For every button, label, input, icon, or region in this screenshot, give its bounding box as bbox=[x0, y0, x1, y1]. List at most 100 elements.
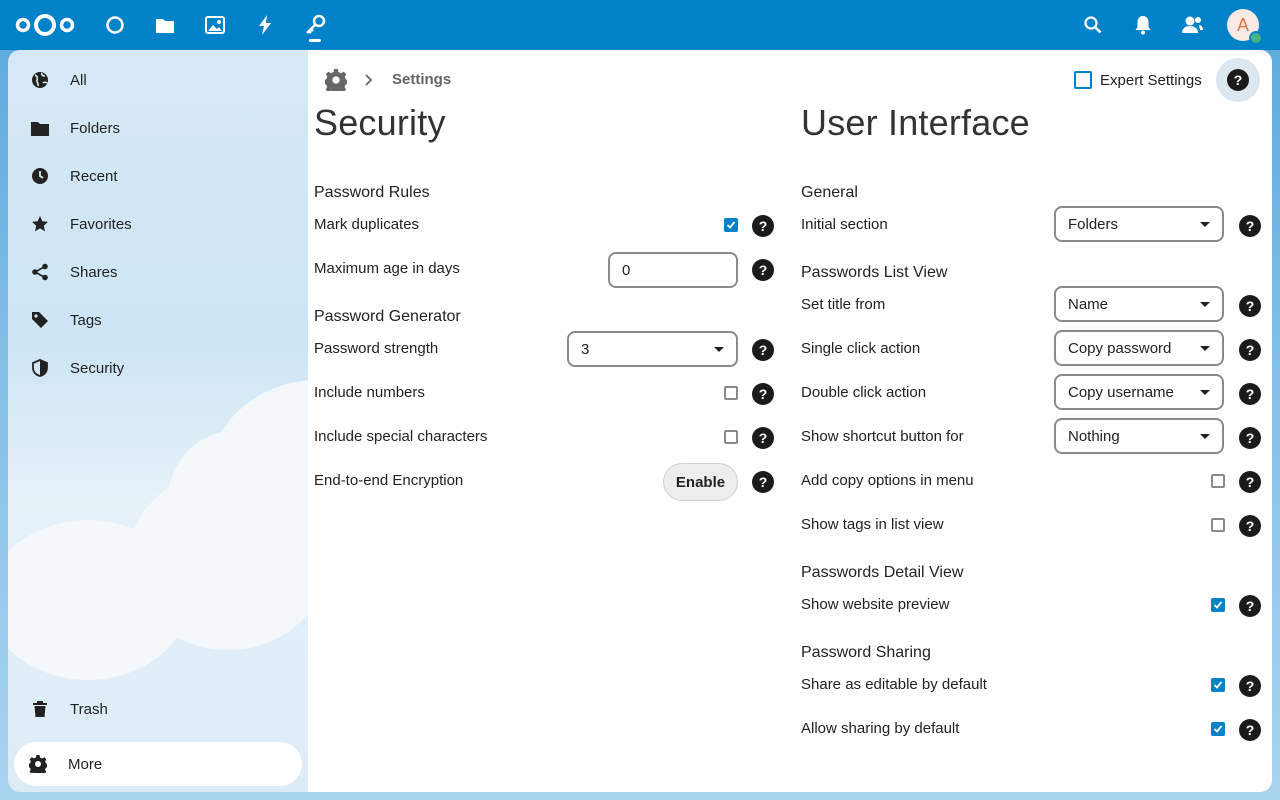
sidebar-item-label: Recent bbox=[70, 167, 118, 185]
settings-gear-icon[interactable] bbox=[323, 69, 349, 95]
sidebar-item-recent[interactable]: Recent bbox=[20, 154, 302, 198]
help-icon[interactable]: ? bbox=[1239, 675, 1261, 697]
sidebar: All Folders Recent Favorites Shares Tags bbox=[8, 50, 308, 792]
password-rules-heading: Password Rules bbox=[314, 184, 430, 201]
sidebar-item-tags[interactable]: Tags bbox=[20, 298, 302, 342]
password-strength-select[interactable]: 3 bbox=[567, 331, 738, 367]
website-preview-label: Show website preview bbox=[801, 596, 950, 613]
select-value: 3 bbox=[581, 340, 590, 358]
sidebar-item-folders[interactable]: Folders bbox=[20, 106, 302, 150]
include-numbers-checkbox[interactable] bbox=[724, 386, 738, 400]
list-view-heading: Passwords List View bbox=[801, 264, 948, 281]
passwords-icon[interactable] bbox=[301, 11, 329, 39]
chevron-down-icon bbox=[1200, 390, 1210, 395]
detail-view-heading: Passwords Detail View bbox=[801, 564, 964, 581]
select-value: Nothing bbox=[1068, 427, 1120, 445]
website-preview-checkbox[interactable] bbox=[1211, 598, 1225, 612]
trash-icon bbox=[30, 699, 50, 719]
sidebar-item-all[interactable]: All bbox=[20, 58, 302, 102]
sidebar-item-label: Shares bbox=[70, 263, 118, 281]
sidebar-item-favorites[interactable]: Favorites bbox=[20, 202, 302, 246]
chevron-down-icon bbox=[1200, 346, 1210, 351]
gear-icon bbox=[28, 754, 48, 774]
double-click-select[interactable]: Copy username bbox=[1054, 374, 1224, 410]
help-icon: ? bbox=[1227, 69, 1249, 91]
sidebar-item-label: Tags bbox=[70, 311, 102, 329]
single-click-select[interactable]: Copy password bbox=[1054, 330, 1224, 366]
help-icon[interactable]: ? bbox=[1239, 339, 1261, 361]
include-numbers-label: Include numbers bbox=[314, 384, 425, 401]
select-value: Name bbox=[1068, 295, 1109, 313]
help-button[interactable]: ? bbox=[1216, 58, 1260, 102]
expert-settings-label: Expert Settings bbox=[1100, 71, 1202, 89]
initial-section-label: Initial section bbox=[801, 216, 888, 233]
e2e-encryption-label: End-to-end Encryption bbox=[314, 472, 464, 489]
initial-section-select[interactable]: Folders bbox=[1054, 206, 1224, 242]
clock-icon bbox=[30, 166, 50, 186]
help-icon[interactable]: ? bbox=[1239, 719, 1261, 741]
general-heading: General bbox=[801, 184, 858, 201]
help-icon[interactable]: ? bbox=[752, 259, 774, 281]
mark-duplicates-checkbox[interactable] bbox=[724, 218, 738, 232]
allow-sharing-checkbox[interactable] bbox=[1211, 722, 1225, 736]
active-app-indicator bbox=[309, 39, 321, 42]
sidebar-item-trash[interactable]: Trash bbox=[20, 687, 302, 731]
help-icon[interactable]: ? bbox=[1239, 383, 1261, 405]
enable-e2e-button[interactable]: Enable bbox=[663, 463, 738, 501]
security-title: Security bbox=[314, 102, 446, 143]
editable-default-checkbox[interactable] bbox=[1211, 678, 1225, 692]
notifications-icon[interactable] bbox=[1129, 11, 1157, 39]
editable-default-label: Share as editable by default bbox=[801, 676, 987, 693]
user-avatar[interactable]: A bbox=[1227, 9, 1263, 45]
help-icon[interactable]: ? bbox=[1239, 295, 1261, 317]
sidebar-item-shares[interactable]: Shares bbox=[20, 250, 302, 294]
show-tags-checkbox[interactable] bbox=[1211, 518, 1225, 532]
help-icon[interactable]: ? bbox=[752, 427, 774, 449]
select-value: Copy password bbox=[1068, 339, 1172, 357]
copy-options-label: Add copy options in menu bbox=[801, 472, 974, 489]
files-icon[interactable] bbox=[151, 11, 179, 39]
sidebar-item-label: Favorites bbox=[70, 215, 132, 233]
breadcrumb-current[interactable]: Settings bbox=[392, 71, 451, 88]
set-title-from-select[interactable]: Name bbox=[1054, 286, 1224, 322]
help-icon[interactable]: ? bbox=[1239, 595, 1261, 617]
photos-icon[interactable] bbox=[201, 11, 229, 39]
folder-icon bbox=[30, 118, 50, 138]
more-label: More bbox=[68, 755, 103, 773]
help-icon[interactable]: ? bbox=[752, 383, 774, 405]
expert-settings-checkbox[interactable] bbox=[1074, 71, 1092, 89]
help-icon[interactable]: ? bbox=[752, 339, 774, 361]
select-value: Copy username bbox=[1068, 383, 1174, 401]
activity-icon[interactable] bbox=[251, 11, 279, 39]
help-icon[interactable]: ? bbox=[1239, 515, 1261, 537]
mark-duplicates-label: Mark duplicates bbox=[314, 216, 420, 233]
search-icon[interactable] bbox=[1079, 11, 1107, 39]
avatar-letter: A bbox=[1236, 14, 1249, 35]
help-icon[interactable]: ? bbox=[1239, 215, 1261, 237]
sidebar-item-label: Security bbox=[70, 359, 125, 377]
max-age-label: Maximum age in days bbox=[314, 260, 460, 277]
help-icon[interactable]: ? bbox=[1239, 427, 1261, 449]
user-interface-title: User Interface bbox=[801, 102, 1030, 143]
main-content: Settings Expert Settings ? Security Pass… bbox=[308, 50, 1272, 792]
help-icon[interactable]: ? bbox=[1239, 471, 1261, 493]
chevron-right-icon bbox=[364, 72, 374, 88]
password-strength-label: Password strength bbox=[314, 340, 439, 357]
share-icon bbox=[30, 262, 50, 282]
shortcut-button-select[interactable]: Nothing bbox=[1054, 418, 1224, 454]
nextcloud-logo-icon[interactable] bbox=[14, 12, 76, 38]
sidebar-more-button[interactable]: More bbox=[14, 742, 302, 786]
sidebar-item-security[interactable]: Security bbox=[20, 346, 302, 390]
cloud-decoration bbox=[168, 430, 308, 570]
max-age-input[interactable]: 0 bbox=[608, 252, 738, 288]
sidebar-item-label: Folders bbox=[70, 119, 121, 137]
sidebar-item-label: Trash bbox=[70, 700, 108, 718]
help-icon[interactable]: ? bbox=[752, 215, 774, 237]
contacts-icon[interactable] bbox=[1178, 11, 1206, 39]
expert-settings-toggle[interactable]: Expert Settings bbox=[1074, 71, 1202, 89]
copy-options-checkbox[interactable] bbox=[1211, 474, 1225, 488]
include-special-checkbox[interactable] bbox=[724, 430, 738, 444]
top-bar: A bbox=[0, 0, 1280, 50]
help-icon[interactable]: ? bbox=[752, 471, 774, 493]
dashboard-icon[interactable] bbox=[101, 11, 129, 39]
